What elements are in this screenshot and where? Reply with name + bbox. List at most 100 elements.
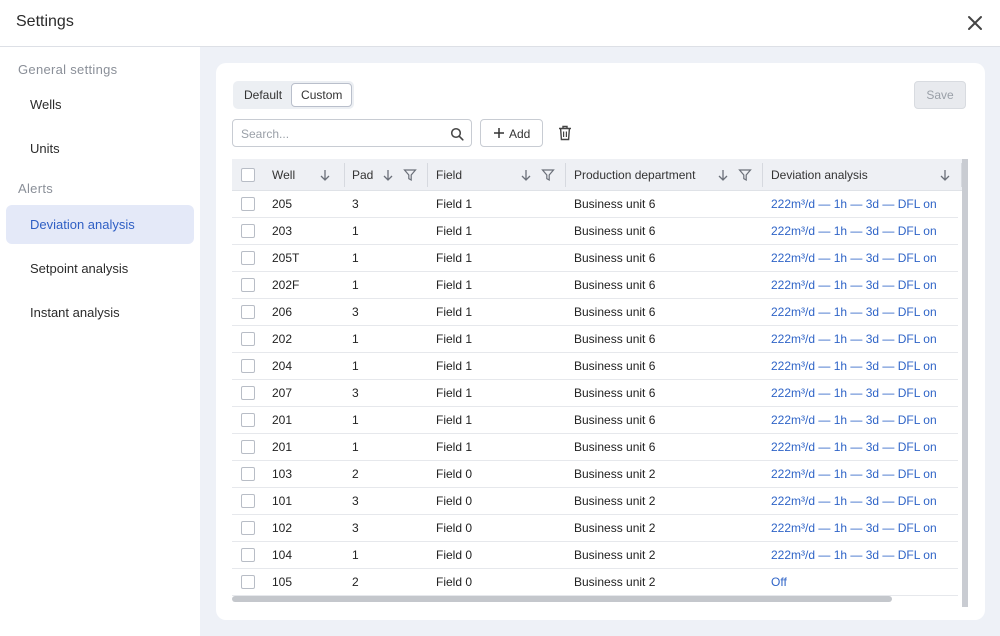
table-row[interactable]: 105 2 Field 0 Business unit 2 Off — [232, 569, 958, 596]
cell-well: 206 — [272, 305, 293, 319]
vertical-scrollbar[interactable] — [962, 159, 968, 607]
cell-deviation-analysis[interactable]: 222m³/d — 1h — 3d — DFL on — [771, 191, 937, 218]
row-checkbox[interactable] — [241, 224, 255, 238]
row-checkbox[interactable] — [241, 521, 255, 535]
cell-production-department: Business unit 6 — [574, 278, 656, 292]
search-input[interactable]: Search... — [232, 119, 472, 147]
mode-custom-button[interactable]: Custom — [291, 83, 353, 107]
cell-well: 102 — [272, 521, 293, 535]
row-checkbox[interactable] — [241, 386, 255, 400]
cell-deviation-analysis[interactable]: 222m³/d — 1h — 3d — DFL on — [771, 299, 937, 326]
cell-production-department: Business unit 6 — [574, 197, 656, 211]
cell-well: 207 — [272, 386, 293, 400]
dialog-title: Settings — [16, 13, 74, 30]
add-button[interactable]: Add — [480, 119, 543, 147]
row-checkbox[interactable] — [241, 413, 255, 427]
cell-deviation-analysis[interactable]: 222m³/d — 1h — 3d — DFL on — [771, 434, 937, 461]
sidebar-item-units[interactable]: Units — [6, 129, 194, 168]
cell-pad: 1 — [352, 278, 359, 292]
table-row[interactable]: 201 1 Field 1 Business unit 6 222m³/d — 1h —… — [232, 407, 958, 434]
sidebar-item-setpoint-analysis[interactable]: Setpoint analysis — [6, 249, 194, 288]
mode-switch: Default Custom — [233, 81, 355, 109]
table-row[interactable]: 103 2 Field 0 Business unit 2 222m³/d — 1h —… — [232, 461, 958, 488]
trash-icon[interactable] — [558, 125, 572, 141]
save-button[interactable]: Save — [914, 81, 966, 109]
row-checkbox[interactable] — [241, 467, 255, 481]
row-checkbox[interactable] — [241, 494, 255, 508]
sort-arrow-icon[interactable] — [318, 168, 332, 182]
row-checkbox[interactable] — [241, 575, 255, 589]
table-row[interactable]: 205T 1 Field 1 Business unit 6 222m³/d — 1h … — [232, 245, 958, 272]
cell-deviation-analysis[interactable]: 222m³/d — 1h — 3d — DFL on — [771, 542, 937, 569]
filter-icon[interactable] — [738, 168, 752, 182]
search-icon[interactable] — [450, 127, 464, 141]
cell-well: 205 — [272, 197, 293, 211]
cell-deviation-analysis[interactable]: 222m³/d — 1h — 3d — DFL on — [771, 515, 937, 542]
sort-arrow-icon[interactable] — [716, 168, 730, 182]
close-icon[interactable] — [966, 14, 984, 32]
dialog-header: Settings — [0, 0, 1000, 47]
cell-deviation-analysis[interactable]: 222m³/d — 1h — 3d — DFL on — [771, 353, 937, 380]
column-header-pad[interactable]: Pad — [352, 159, 373, 191]
row-checkbox[interactable] — [241, 440, 255, 454]
table-row[interactable]: 207 3 Field 1 Business unit 6 222m³/d — 1h —… — [232, 380, 958, 407]
row-checkbox[interactable] — [241, 278, 255, 292]
cell-deviation-analysis[interactable]: Off — [771, 569, 787, 596]
cell-pad: 3 — [352, 494, 359, 508]
sort-arrow-icon[interactable] — [519, 168, 533, 182]
column-header-production-department[interactable]: Production department — [574, 159, 695, 191]
filter-icon[interactable] — [541, 168, 555, 182]
cell-field: Field 1 — [436, 251, 473, 265]
mode-default-button[interactable]: Default — [235, 83, 291, 107]
cell-deviation-analysis[interactable]: 222m³/d — 1h — 3d — DFL on — [771, 245, 937, 272]
column-header-deviation-analysis[interactable]: Deviation analysis — [771, 159, 868, 191]
search-placeholder: Search... — [241, 127, 290, 141]
cell-field: Field 1 — [436, 305, 473, 319]
cell-deviation-analysis[interactable]: 222m³/d — 1h — 3d — DFL on — [771, 380, 937, 407]
cell-field: Field 1 — [436, 224, 473, 238]
filter-icon[interactable] — [403, 168, 417, 182]
sort-arrow-icon[interactable] — [381, 168, 395, 182]
table-row[interactable]: 205 3 Field 1 Business unit 6 222m³/d — 1h —… — [232, 191, 958, 218]
sidebar: General settings Wells Units Alerts Devi… — [0, 47, 200, 636]
table-row[interactable]: 202 1 Field 1 Business unit 6 222m³/d — 1h —… — [232, 326, 958, 353]
row-checkbox[interactable] — [241, 548, 255, 562]
sidebar-item-deviation-analysis[interactable]: Deviation analysis — [6, 205, 194, 244]
cell-field: Field 0 — [436, 575, 473, 589]
column-divider — [344, 163, 345, 187]
cell-deviation-analysis[interactable]: 222m³/d — 1h — 3d — DFL on — [771, 218, 937, 245]
cell-deviation-analysis[interactable]: 222m³/d — 1h — 3d — DFL on — [771, 488, 937, 515]
row-checkbox[interactable] — [241, 332, 255, 346]
table-row[interactable]: 203 1 Field 1 Business unit 6 222m³/d — 1h —… — [232, 218, 958, 245]
table-row[interactable]: 206 3 Field 1 Business unit 6 222m³/d — 1h —… — [232, 299, 958, 326]
sort-arrow-icon[interactable] — [938, 168, 952, 182]
cell-pad: 1 — [352, 224, 359, 238]
cell-production-department: Business unit 6 — [574, 305, 656, 319]
table-row[interactable]: 202F 1 Field 1 Business unit 6 222m³/d — 1h … — [232, 272, 958, 299]
table-row[interactable]: 104 1 Field 0 Business unit 2 222m³/d — 1h —… — [232, 542, 958, 569]
cell-deviation-analysis[interactable]: 222m³/d — 1h — 3d — DFL on — [771, 461, 937, 488]
table-row[interactable]: 204 1 Field 1 Business unit 6 222m³/d — 1h —… — [232, 353, 958, 380]
row-checkbox[interactable] — [241, 197, 255, 211]
cell-well: 201 — [272, 413, 293, 427]
cell-field: Field 1 — [436, 278, 473, 292]
row-checkbox[interactable] — [241, 305, 255, 319]
cell-deviation-analysis[interactable]: 222m³/d — 1h — 3d — DFL on — [771, 326, 937, 353]
sidebar-item-instant-analysis[interactable]: Instant analysis — [6, 293, 194, 332]
horizontal-scrollbar[interactable] — [232, 596, 892, 602]
sidebar-item-wells[interactable]: Wells — [6, 85, 194, 124]
column-header-well[interactable]: Well — [272, 159, 295, 191]
column-header-field[interactable]: Field — [436, 159, 462, 191]
row-checkbox[interactable] — [241, 251, 255, 265]
cell-pad: 1 — [352, 359, 359, 373]
cell-deviation-analysis[interactable]: 222m³/d — 1h — 3d — DFL on — [771, 272, 937, 299]
row-checkbox[interactable] — [241, 359, 255, 373]
select-all-checkbox[interactable] — [241, 168, 255, 182]
cell-pad: 1 — [352, 332, 359, 346]
table-row[interactable]: 102 3 Field 0 Business unit 2 222m³/d — 1h —… — [232, 515, 958, 542]
cell-well: 101 — [272, 494, 293, 508]
cell-production-department: Business unit 6 — [574, 359, 656, 373]
table-row[interactable]: 201 1 Field 1 Business unit 6 222m³/d — 1h —… — [232, 434, 958, 461]
cell-deviation-analysis[interactable]: 222m³/d — 1h — 3d — DFL on — [771, 407, 937, 434]
table-row[interactable]: 101 3 Field 0 Business unit 2 222m³/d — 1h —… — [232, 488, 958, 515]
